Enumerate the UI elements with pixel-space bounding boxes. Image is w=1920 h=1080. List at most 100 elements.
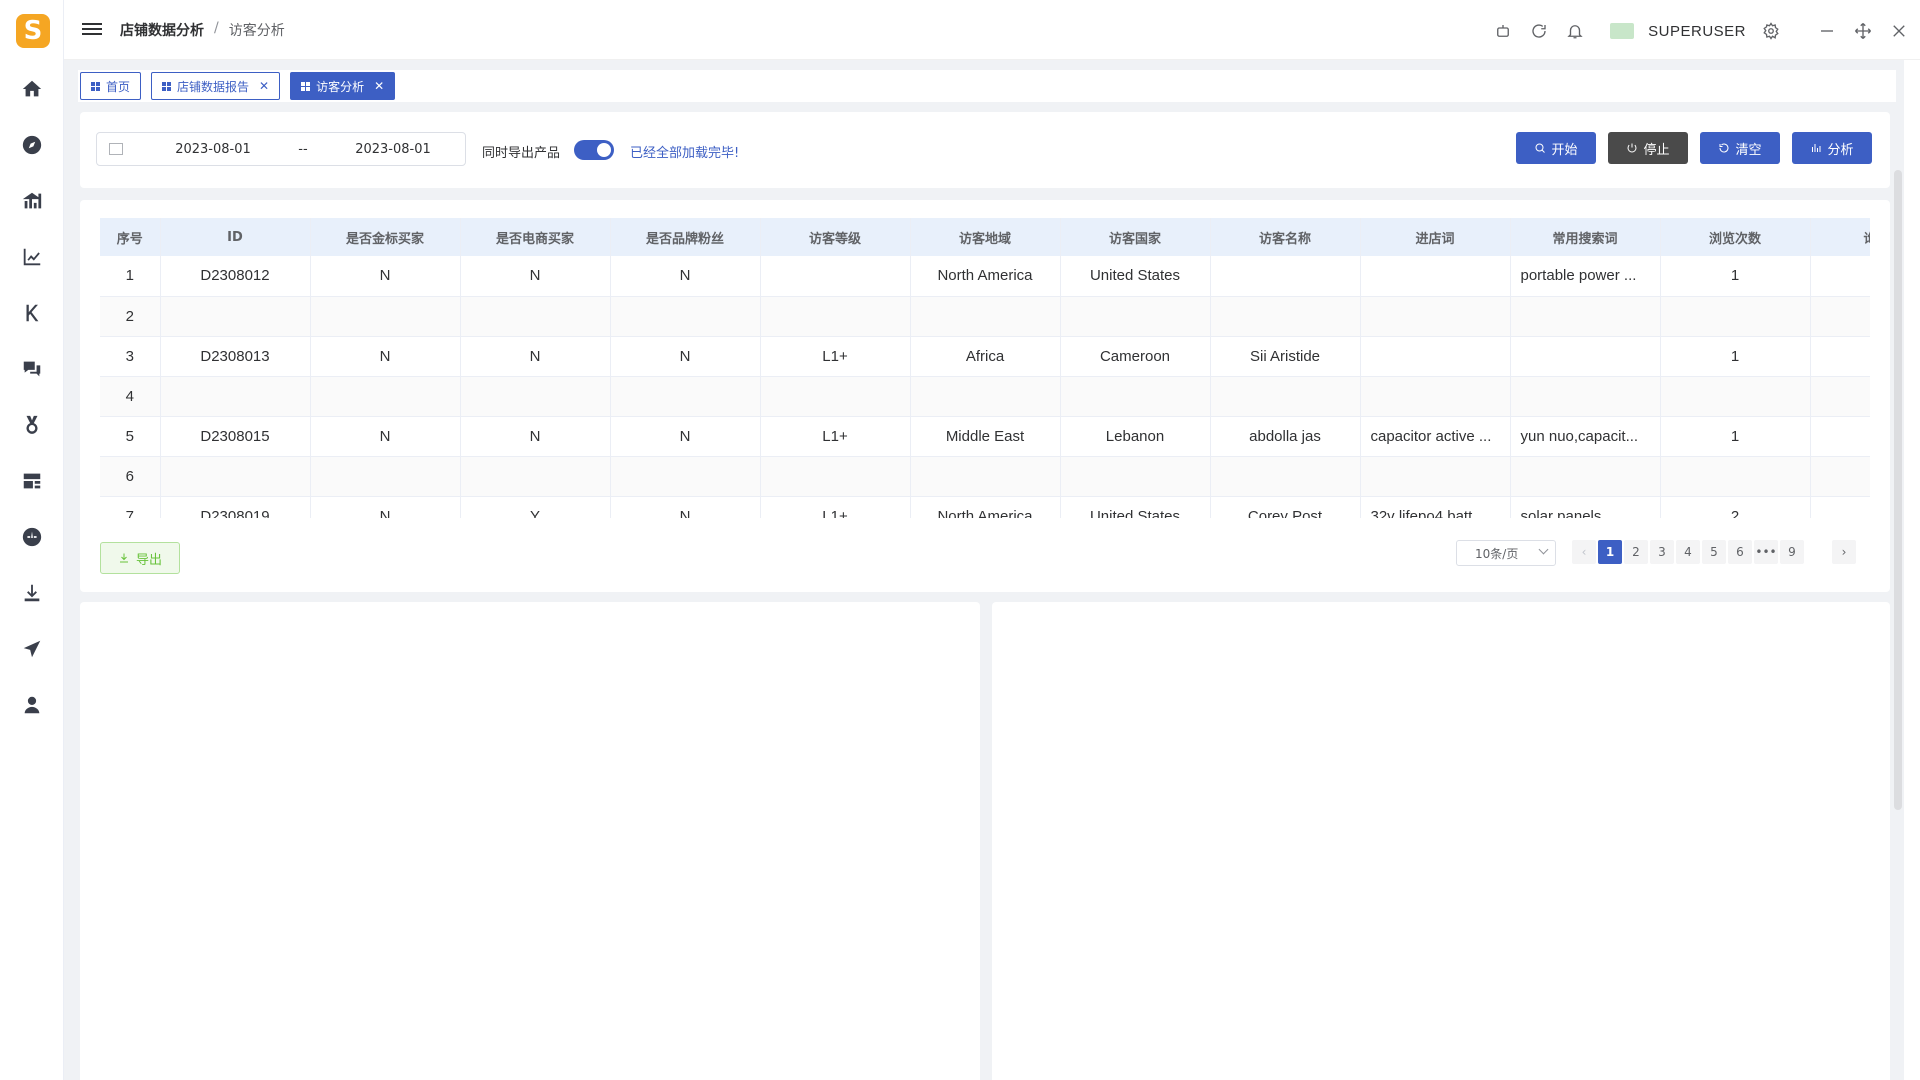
dashboard-icon[interactable]	[14, 519, 50, 555]
bar-chart-icon	[1812, 144, 1821, 152]
main-content: 首页 店铺数据报告 ✕ 访客分析 ✕ 2023-08-01 -- 2023-08…	[64, 60, 1904, 1080]
column-header[interactable]: 访客等级	[760, 218, 911, 256]
page-number[interactable]: 1	[1598, 540, 1622, 564]
tab-close-icon[interactable]: ✕	[374, 79, 384, 93]
table-cell	[1810, 456, 1870, 497]
table-row[interactable]: 2	[100, 296, 1870, 337]
table-cell	[1810, 416, 1870, 457]
reset-icon	[1719, 143, 1729, 153]
analyze-button[interactable]: 分析	[1792, 132, 1872, 164]
date-start[interactable]: 2023-08-01	[153, 142, 273, 157]
tab-shop-report[interactable]: 店铺数据报告 ✕	[151, 72, 281, 100]
column-header[interactable]: 是否电商买家	[460, 218, 611, 256]
table-cell	[460, 456, 611, 497]
medal-icon[interactable]	[14, 407, 50, 443]
send-icon[interactable]	[14, 631, 50, 667]
page-scrollbar[interactable]	[1894, 170, 1902, 810]
column-header[interactable]: 是否金标买家	[310, 218, 461, 256]
shop-chart-icon[interactable]	[14, 183, 50, 219]
compass-icon[interactable]	[14, 127, 50, 163]
table-row[interactable]: 4	[100, 376, 1870, 417]
tab-close-icon[interactable]: ✕	[259, 79, 269, 93]
avatar[interactable]	[1610, 23, 1635, 39]
close-window-icon[interactable]	[1888, 20, 1910, 42]
user-icon[interactable]	[14, 687, 50, 723]
page-number[interactable]: 9	[1780, 540, 1804, 564]
table-cell: Cameroon	[1060, 336, 1211, 377]
menu-toggle-icon[interactable]	[82, 20, 102, 40]
page-size-select[interactable]: 10条/页	[1456, 540, 1556, 566]
table-cell: L1+	[760, 416, 911, 457]
username[interactable]: SUPERUSER	[1648, 23, 1746, 40]
page-number[interactable]: 6	[1728, 540, 1752, 564]
stop-button[interactable]: 停止	[1608, 132, 1688, 164]
table-cell: L1+	[760, 336, 911, 377]
export-product-toggle[interactable]	[574, 140, 614, 160]
table-cell	[310, 376, 461, 417]
table-cell	[1060, 296, 1211, 337]
page-number[interactable]: 4	[1676, 540, 1700, 564]
start-button[interactable]: 开始	[1516, 132, 1596, 164]
tab-label: 访客分析	[316, 79, 365, 94]
table-row[interactable]: 7 D2308019 N Y N L1+ North America United State…	[100, 496, 1870, 518]
column-header[interactable]: ID	[160, 218, 311, 256]
robot-icon[interactable]	[1492, 20, 1514, 42]
export-label: 导出	[135, 552, 162, 568]
table-cell: N	[460, 256, 611, 297]
page-number[interactable]: 5	[1702, 540, 1726, 564]
clear-button[interactable]: 清空	[1700, 132, 1780, 164]
column-header[interactable]: 访客名称	[1210, 218, 1361, 256]
table-header-row: 序号 ID 是否金标买家 是否电商买家 是否品牌粉丝 访客等级 访客地域 访客国家 访客名称 进店…	[100, 218, 1870, 256]
table-cell	[1510, 376, 1661, 417]
table-cell: North America	[910, 496, 1061, 518]
home-icon[interactable]	[14, 71, 50, 107]
breadcrumb-separator: /	[214, 20, 219, 36]
grid-icon	[301, 81, 311, 91]
table-row[interactable]: 3 D2308013 N N N L1+ Africa Cameroon Sii Aristid…	[100, 336, 1870, 377]
refresh-icon[interactable]	[1528, 20, 1550, 42]
download-icon[interactable]	[14, 575, 50, 611]
app-logo[interactable]: S	[16, 14, 50, 48]
table-row[interactable]: 6	[100, 456, 1870, 497]
column-header[interactable]: 访客地域	[910, 218, 1061, 256]
bell-icon[interactable]	[1564, 20, 1586, 42]
table-cell: N	[310, 496, 461, 518]
column-header[interactable]: 访客国家	[1060, 218, 1211, 256]
column-header[interactable]: 浏览次数	[1660, 218, 1811, 256]
table-cell	[760, 376, 911, 417]
product-list-icon[interactable]	[14, 463, 50, 499]
column-header[interactable]: 进店词	[1360, 218, 1511, 256]
table-cell: portable power ...	[1510, 256, 1661, 297]
page-ellipsis[interactable]: •••	[1754, 540, 1778, 564]
table-row[interactable]: 1 D2308012 N N N North America United States po…	[100, 256, 1870, 297]
next-page-button[interactable]: ›	[1832, 540, 1856, 564]
settings-gear-icon[interactable]	[1760, 20, 1782, 42]
column-header[interactable]: 是否品牌粉丝	[610, 218, 761, 256]
table-row[interactable]: 5 D2308015 N N N L1+ Middle East Lebanon abdolla…	[100, 416, 1870, 457]
chat-icon[interactable]	[14, 351, 50, 387]
column-header[interactable]: 序号	[100, 218, 161, 256]
table-cell	[1210, 256, 1361, 297]
page-number[interactable]: 3	[1650, 540, 1674, 564]
breadcrumb-parent[interactable]: 店铺数据分析	[120, 20, 204, 40]
page-number[interactable]: 2	[1624, 540, 1648, 564]
table-cell	[610, 456, 761, 497]
tab-visitor-analysis[interactable]: 访客分析 ✕	[290, 72, 396, 100]
column-header[interactable]: 询	[1810, 218, 1870, 256]
table-cell: Sii Aristide	[1210, 336, 1361, 377]
results-table-scroll[interactable]: 序号 ID 是否金标买家 是否电商买家 是否品牌粉丝 访客等级 访客地域 访客国家 访客名称 进店…	[100, 218, 1870, 518]
column-header[interactable]: 常用搜索词	[1510, 218, 1661, 256]
tab-home[interactable]: 首页	[80, 72, 142, 100]
export-button[interactable]: 导出	[100, 542, 180, 574]
date-range-picker[interactable]: 2023-08-01 -- 2023-08-01	[96, 132, 466, 166]
page-size-value: 10条/页	[1475, 546, 1519, 561]
table-cell	[1660, 456, 1811, 497]
k-letter-icon[interactable]	[14, 295, 50, 331]
breadcrumb-current: 访客分析	[228, 23, 285, 39]
table-cell	[160, 296, 311, 337]
prev-page-button[interactable]: ‹	[1572, 540, 1596, 564]
trend-chart-icon[interactable]	[14, 239, 50, 275]
date-end[interactable]: 2023-08-01	[333, 142, 453, 157]
minimize-icon[interactable]	[1816, 20, 1838, 42]
move-icon[interactable]	[1852, 20, 1874, 42]
